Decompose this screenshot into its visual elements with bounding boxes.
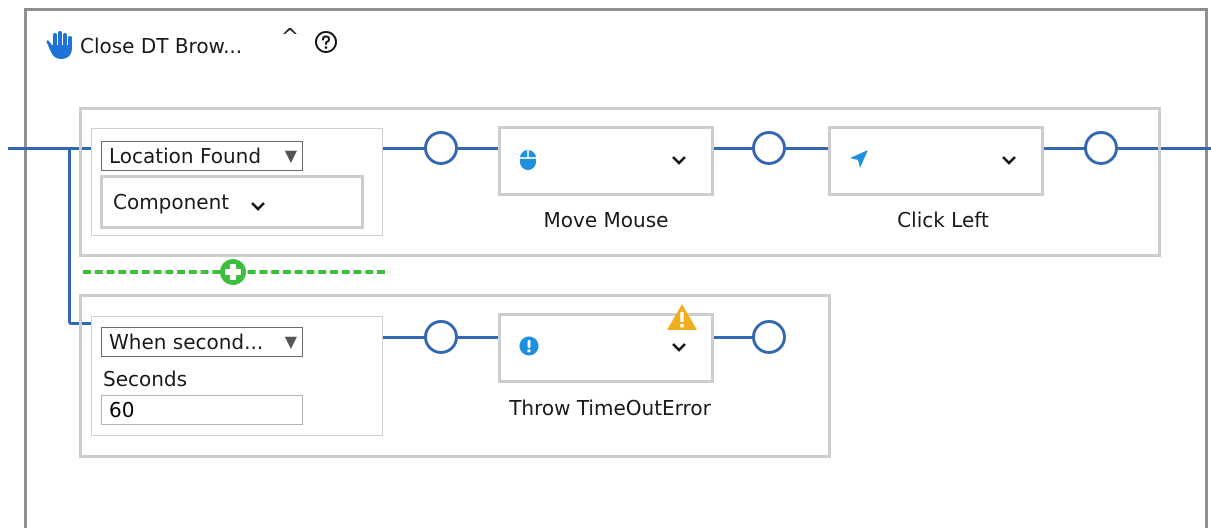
component-dropdown[interactable]: Component — [100, 175, 364, 229]
hand-stop-icon — [46, 31, 72, 59]
mouse-icon — [520, 150, 536, 170]
help-circle-icon[interactable] — [314, 30, 338, 54]
timeout-select[interactable]: When second... ▼ — [101, 327, 303, 357]
add-branch-icon[interactable] — [219, 258, 247, 286]
seconds-input[interactable] — [101, 395, 303, 425]
timeout-select-value: When second... — [109, 330, 264, 354]
chevron-down-icon[interactable] — [999, 149, 1019, 169]
action-label: Throw TimeOutError — [509, 396, 711, 420]
condition-select-value: Location Found — [109, 144, 262, 168]
chevron-down-icon[interactable] — [669, 336, 689, 356]
alert-circle-icon — [519, 336, 539, 356]
condition-select[interactable]: Location Found ▼ — [101, 141, 303, 171]
component-dropdown-label: Component — [113, 190, 230, 214]
connector-node[interactable] — [424, 131, 458, 165]
connector-node[interactable] — [424, 320, 458, 354]
seconds-label: Seconds — [103, 367, 188, 391]
branch-connector-vertical — [68, 148, 71, 324]
action-card-click-left[interactable] — [828, 126, 1044, 196]
action-card-move-mouse[interactable] — [498, 126, 714, 196]
connector-node[interactable] — [752, 320, 786, 354]
connector-node[interactable] — [1084, 131, 1118, 165]
action-label: Move Mouse — [543, 208, 669, 232]
flow-header: Close DT Brow... — [46, 30, 242, 62]
cursor-arrow-icon — [850, 150, 868, 168]
flow-title: Close DT Brow... — [80, 34, 243, 58]
caret-down-icon: ▼ — [284, 332, 297, 351]
warning-icon — [667, 304, 697, 330]
connector-node[interactable] — [752, 131, 786, 165]
action-label: Click Left — [897, 208, 989, 232]
collapse-button[interactable]: ^ — [279, 26, 301, 50]
caret-down-icon: ▼ — [284, 146, 297, 165]
chevron-down-icon — [251, 202, 265, 211]
chevron-down-icon[interactable] — [669, 149, 689, 169]
